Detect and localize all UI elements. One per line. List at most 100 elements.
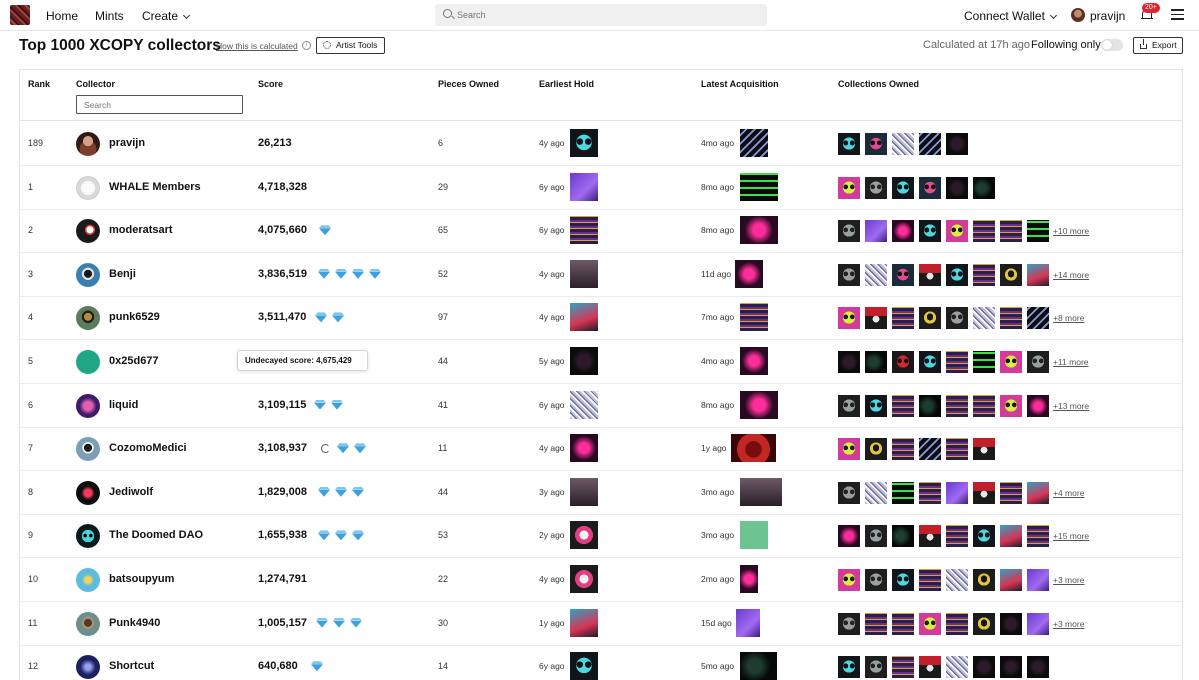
collection-thumbnail[interactable]	[838, 220, 860, 243]
collection-thumbnail[interactable]	[892, 612, 914, 635]
artist-tools-button[interactable]: Artist Tools	[316, 37, 385, 54]
collector-name-link[interactable]: pravijn	[109, 137, 145, 149]
collector-name-link[interactable]: 0x25d677	[109, 355, 159, 367]
collection-thumbnail[interactable]	[973, 612, 995, 635]
latest-acquisition-thumbnail[interactable]	[740, 652, 777, 680]
collection-thumbnail[interactable]	[892, 481, 914, 504]
table-row[interactable]: 2 moderatsart 4,075,660 65 6y ago 8mo ago +10 …	[20, 209, 1182, 254]
col-rank[interactable]: Rank	[28, 79, 50, 89]
collection-thumbnail[interactable]	[1000, 525, 1022, 548]
collection-thumbnail[interactable]	[865, 438, 887, 461]
table-row[interactable]: 7 CozomoMedici 3,108,937 11 4y ago 1y ago	[20, 427, 1182, 472]
collection-thumbnail[interactable]	[865, 220, 887, 243]
collection-thumbnail[interactable]	[838, 481, 860, 504]
collection-thumbnail[interactable]	[892, 133, 914, 155]
collection-thumbnail[interactable]	[919, 263, 941, 286]
col-pieces[interactable]: Pieces Owned	[438, 79, 499, 89]
collector-search-input[interactable]	[76, 95, 243, 114]
earliest-hold-thumbnail[interactable]	[570, 390, 598, 419]
collection-thumbnail[interactable]	[919, 307, 941, 330]
col-score[interactable]: Score	[258, 79, 283, 89]
more-collections-link[interactable]: +15 more	[1053, 531, 1089, 541]
collection-thumbnail[interactable]	[892, 525, 914, 548]
table-row[interactable]: 9 The Doomed DAO 1,655,938 53 2y ago 3mo ago +…	[20, 514, 1182, 559]
collection-thumbnail[interactable]	[919, 481, 941, 504]
history-icon[interactable]	[321, 444, 330, 454]
collection-thumbnail[interactable]	[946, 569, 968, 591]
latest-acquisition-thumbnail[interactable]	[740, 347, 768, 375]
collection-thumbnail[interactable]	[973, 569, 995, 591]
collector-avatar[interactable]	[76, 262, 100, 287]
collection-thumbnail[interactable]	[1027, 656, 1049, 679]
collection-thumbnail[interactable]	[973, 525, 995, 548]
collection-thumbnail[interactable]	[1000, 656, 1022, 679]
collection-thumbnail[interactable]	[838, 263, 860, 286]
earliest-hold-thumbnail[interactable]	[570, 608, 598, 637]
table-row[interactable]: 10 batsoupyum 1,274,791 22 4y ago 2mo ago +3 m…	[20, 558, 1182, 602]
collector-name-link[interactable]: Punk4940	[109, 617, 160, 629]
earliest-hold-thumbnail[interactable]	[570, 434, 598, 463]
table-row[interactable]: 11 Punk4940 1,005,157 30 1y ago 15d ago +3 mor…	[20, 602, 1182, 646]
collection-thumbnail[interactable]	[1000, 263, 1022, 286]
collection-thumbnail[interactable]	[892, 569, 914, 591]
collection-thumbnail[interactable]	[919, 656, 941, 679]
collection-thumbnail[interactable]	[946, 438, 968, 461]
collection-thumbnail[interactable]	[838, 351, 860, 373]
collection-thumbnail[interactable]	[946, 656, 968, 679]
collection-thumbnail[interactable]	[838, 133, 860, 155]
earliest-hold-thumbnail[interactable]	[570, 565, 598, 593]
collection-thumbnail[interactable]	[1027, 220, 1049, 243]
info-icon[interactable]: i	[302, 41, 311, 50]
col-earliest[interactable]: Earliest Hold	[539, 79, 594, 89]
table-row[interactable]: 3 Benji 3,836,519 52 4y ago 11d ago +14 more	[20, 253, 1182, 297]
collection-thumbnail[interactable]	[946, 220, 968, 243]
collection-thumbnail[interactable]	[838, 612, 860, 635]
collection-thumbnail[interactable]	[865, 612, 887, 635]
collector-avatar[interactable]	[76, 568, 100, 592]
latest-acquisition-thumbnail[interactable]	[731, 434, 776, 463]
collection-thumbnail[interactable]	[865, 351, 887, 373]
collection-thumbnail[interactable]	[865, 263, 887, 286]
how-calculated-link[interactable]: How this is calculated	[216, 41, 298, 51]
collection-thumbnail[interactable]	[919, 176, 941, 199]
table-row[interactable]: 8 Jediwolf 1,829,008 44 3y ago 3mo ago +4 more	[20, 471, 1182, 515]
collection-thumbnail[interactable]	[973, 307, 995, 330]
collection-thumbnail[interactable]	[1027, 394, 1049, 417]
global-search-input[interactable]	[457, 7, 757, 23]
collection-thumbnail[interactable]	[838, 656, 860, 679]
collector-name-link[interactable]: Benji	[109, 268, 136, 280]
nav-mints-link[interactable]: Mints	[95, 9, 124, 23]
collection-thumbnail[interactable]	[865, 656, 887, 679]
collection-thumbnail[interactable]	[973, 176, 995, 199]
collection-thumbnail[interactable]	[1000, 569, 1022, 591]
earliest-hold-thumbnail[interactable]	[570, 652, 598, 680]
collection-thumbnail[interactable]	[973, 481, 995, 504]
collection-thumbnail[interactable]	[1000, 307, 1022, 330]
collection-thumbnail[interactable]	[838, 394, 860, 417]
collection-thumbnail[interactable]	[838, 569, 860, 591]
collection-thumbnail[interactable]	[1000, 220, 1022, 243]
site-logo[interactable]	[10, 5, 30, 25]
earliest-hold-thumbnail[interactable]	[570, 521, 598, 550]
collection-thumbnail[interactable]	[919, 351, 941, 373]
collection-thumbnail[interactable]	[865, 525, 887, 548]
collection-thumbnail[interactable]	[1027, 569, 1049, 591]
collector-avatar[interactable]	[76, 524, 100, 549]
collection-thumbnail[interactable]	[838, 438, 860, 461]
collection-thumbnail[interactable]	[1000, 481, 1022, 504]
hamburger-menu-icon[interactable]	[1171, 9, 1184, 20]
following-only-toggle[interactable]	[1101, 39, 1123, 51]
collection-thumbnail[interactable]	[946, 133, 968, 155]
more-collections-link[interactable]: +3 more	[1053, 619, 1084, 629]
latest-acquisition-thumbnail[interactable]	[736, 608, 760, 637]
collector-avatar[interactable]	[76, 306, 100, 331]
more-collections-link[interactable]: +14 more	[1053, 270, 1089, 280]
nav-create-menu[interactable]: Create	[142, 9, 191, 23]
earliest-hold-thumbnail[interactable]	[570, 129, 598, 157]
table-row[interactable]: 4 punk6529 3,511,470 97 4y ago 7mo ago +8 more	[20, 296, 1182, 341]
collector-name-link[interactable]: Jediwolf	[109, 486, 153, 498]
collection-thumbnail[interactable]	[1027, 351, 1049, 373]
collection-thumbnail[interactable]	[865, 307, 887, 330]
collection-thumbnail[interactable]	[973, 263, 995, 286]
collection-thumbnail[interactable]	[892, 176, 914, 199]
